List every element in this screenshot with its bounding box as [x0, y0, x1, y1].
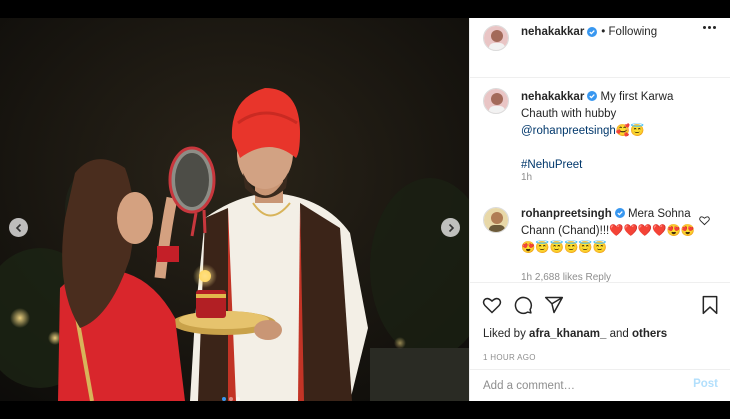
- comment-username[interactable]: rohanpreetsingh: [521, 208, 612, 220]
- header-user-row: nehakakkar • Following: [521, 26, 657, 38]
- post-comment-button[interactable]: Post: [693, 378, 718, 390]
- caption-mention-link[interactable]: @rohanpreetsingh: [521, 125, 616, 137]
- post-timestamp[interactable]: 1 HOUR AGO: [483, 353, 536, 362]
- more-options-icon[interactable]: [703, 26, 716, 29]
- post-details-panel: nehakakkar • Following nehakakkar My fir…: [469, 18, 730, 401]
- likes-prefix: Liked by: [483, 328, 526, 340]
- bottom-letterbox: [0, 401, 730, 419]
- heart-icon[interactable]: [482, 295, 502, 315]
- add-comment-input[interactable]: [481, 376, 675, 396]
- verified-badge-icon: [587, 27, 598, 37]
- caption-author-avatar[interactable]: [483, 88, 509, 114]
- post-photo-illustration: [0, 18, 469, 401]
- verified-badge-icon: [587, 91, 598, 101]
- next-photo-button[interactable]: [441, 218, 460, 237]
- comments-section: nehakakkar My first Karwa Chauth with hu…: [470, 78, 730, 282]
- share-icon[interactable]: [544, 295, 564, 315]
- comment-meta: 1h 2,688 likes Reply: [521, 272, 612, 282]
- post-photo[interactable]: [0, 18, 469, 401]
- comment-like-heart-icon[interactable]: [699, 215, 710, 226]
- chevron-right-icon: [448, 223, 454, 232]
- top-letterbox: [0, 0, 730, 18]
- likes-and: and: [609, 328, 629, 340]
- following-button[interactable]: • Following: [601, 26, 657, 38]
- comment-icon[interactable]: [513, 295, 533, 315]
- author-username[interactable]: nehakakkar: [521, 26, 584, 38]
- verified-badge-icon: [614, 208, 625, 218]
- likes-summary: Liked by afra_khanam_ and others: [483, 328, 667, 340]
- chevron-left-icon: [15, 223, 21, 232]
- comment-avatar[interactable]: [483, 207, 509, 233]
- liked-by-username[interactable]: afra_khanam_: [529, 328, 606, 340]
- author-avatar[interactable]: [483, 25, 509, 51]
- previous-photo-button[interactable]: [9, 218, 28, 237]
- likes-others-link[interactable]: others: [632, 328, 667, 340]
- caption: nehakakkar My first Karwa Chauth with hu…: [521, 89, 708, 174]
- comment-item: rohanpreetsingh Mera Sohna Chann (Chand)…: [521, 206, 708, 257]
- caption-username[interactable]: nehakakkar: [521, 91, 584, 103]
- hashtag-link[interactable]: #NehuPreet: [521, 159, 582, 171]
- bookmark-icon[interactable]: [700, 295, 720, 315]
- caption-timestamp[interactable]: 1h: [521, 172, 532, 183]
- post-header: nehakakkar • Following: [470, 18, 730, 78]
- add-comment-bar: Post: [469, 369, 730, 401]
- caption-emoji: 🥰😇: [615, 125, 645, 137]
